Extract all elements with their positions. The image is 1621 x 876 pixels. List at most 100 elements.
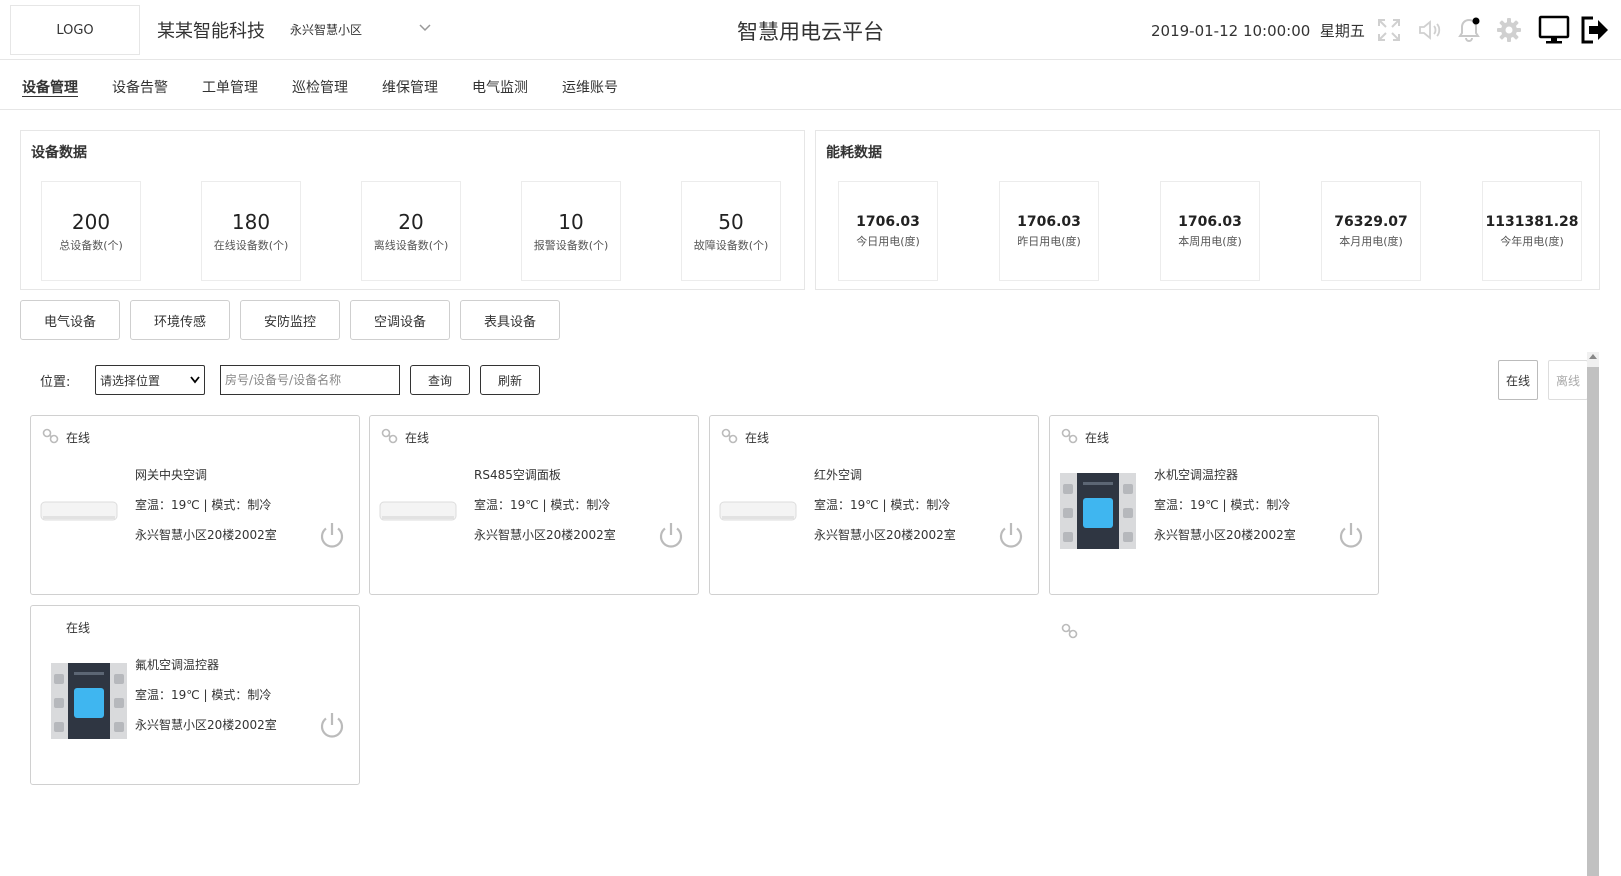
category-environment-button[interactable]: 环境传感 — [130, 300, 230, 340]
panel-title: 能耗数据 — [826, 145, 882, 161]
card-device-meta: 室温：19℃ | 模式：制冷 — [814, 498, 951, 512]
card-status: 在线 — [66, 431, 91, 445]
device-card[interactable]: 在线 红外空调 室温：19℃ | 模式：制冷 永兴智慧小区20楼2002室 — [709, 415, 1039, 595]
nav-item-work-orders[interactable]: 工单管理 — [202, 77, 258, 97]
stat-value: 1706.03 — [856, 213, 920, 230]
stat-year-energy: 1131381.28 今年用电(度) — [1482, 181, 1582, 281]
stat-label: 今日用电(度) — [856, 234, 920, 248]
category-security-button[interactable]: 安防监控 — [240, 300, 340, 340]
gear-icon[interactable] — [1493, 14, 1525, 46]
card-device-meta: 室温：19℃ | 模式：制冷 — [1154, 498, 1291, 512]
ac-unit-image — [718, 471, 798, 551]
power-icon[interactable] — [656, 520, 686, 550]
stat-week-energy: 1706.03 本周用电(度) — [1160, 181, 1260, 281]
stat-value: 180 — [231, 209, 271, 234]
main-nav: 设备管理 设备告警 工单管理 巡检管理 维保管理 电气监测 运维账号 — [0, 60, 1621, 110]
card-device-location: 永兴智慧小区20楼2002室 — [474, 528, 616, 542]
category-meter-button[interactable]: 表具设备 — [460, 300, 560, 340]
stat-online-devices: 180 在线设备数(个) — [201, 181, 301, 281]
stat-label: 故障设备数(个) — [693, 238, 769, 252]
company-name: 某某智能科技 — [157, 21, 265, 42]
weekday-text: 星期五 — [1319, 22, 1365, 40]
scroll-up-icon[interactable] — [1589, 354, 1597, 359]
nav-item-electrical-monitoring[interactable]: 电气监测 — [472, 77, 528, 97]
link-icon — [381, 428, 398, 444]
card-device-location: 永兴智慧小区20楼2002室 — [135, 718, 277, 732]
card-status: 在线 — [1085, 431, 1110, 445]
nav-item-inspection[interactable]: 巡检管理 — [292, 77, 348, 97]
scrollbar-thumb[interactable] — [1587, 367, 1599, 876]
monitor-icon[interactable] — [1538, 14, 1570, 46]
card-device-name: 红外空调 — [814, 468, 863, 482]
card-status: 在线 — [745, 431, 770, 445]
top-bar: LOGO 某某智能科技 永兴智慧小区 智慧用电云平台 2019-01-12 10… — [0, 0, 1621, 60]
stat-alarm-devices: 10 报警设备数(个) — [521, 181, 621, 281]
ac-unit-image — [378, 471, 458, 551]
search-input[interactable] — [220, 365, 400, 395]
device-card[interactable]: 在线 网关中央空调 室温：19℃ | 模式：制冷 永兴智慧小区20楼2002室 — [30, 415, 360, 595]
stat-offline-devices: 20 离线设备数(个) — [361, 181, 461, 281]
power-icon[interactable] — [317, 710, 347, 740]
location-select[interactable]: 请选择位置 — [95, 365, 205, 395]
stat-value: 200 — [71, 209, 111, 234]
power-icon[interactable] — [317, 520, 347, 550]
card-device-name: 氟机空调温控器 — [135, 658, 220, 672]
card-device-location: 永兴智慧小区20楼2002室 — [814, 528, 956, 542]
card-device-location: 永兴智慧小区20楼2002室 — [1154, 528, 1296, 542]
stat-label: 在线设备数(个) — [213, 238, 289, 252]
stat-label: 本周用电(度) — [1178, 234, 1242, 248]
stat-value: 1706.03 — [1178, 213, 1242, 230]
device-card[interactable]: 在线 水机空调温控器 室温：19℃ | 模式：制冷 永兴智慧小区20楼2002室 — [1049, 415, 1379, 595]
tab-offline[interactable]: 离线 — [1548, 360, 1588, 400]
stat-value: 10 — [558, 209, 584, 234]
nav-item-device-alarms[interactable]: 设备告警 — [112, 77, 168, 97]
category-aircon-button[interactable]: 空调设备 — [350, 300, 450, 340]
stat-month-energy: 76329.07 本月用电(度) — [1321, 181, 1421, 281]
energy-data-panel: 能耗数据 1706.03 今日用电(度) 1706.03 昨日用电(度) 170… — [815, 130, 1600, 290]
nav-item-device-management[interactable]: 设备管理 — [22, 77, 78, 97]
thermostat-image — [1058, 471, 1138, 551]
chevron-down-icon — [190, 376, 200, 384]
fullscreen-icon[interactable] — [1373, 14, 1405, 46]
stat-value: 20 — [398, 209, 424, 234]
device-data-panel: 设备数据 200 总设备数(个) 180 在线设备数(个) 20 离线设备数(个… — [20, 130, 805, 290]
stat-label: 离线设备数(个) — [373, 238, 449, 252]
card-status: 在线 — [405, 431, 430, 445]
logout-icon[interactable] — [1579, 14, 1611, 46]
power-icon[interactable] — [996, 520, 1026, 550]
link-icon — [42, 428, 59, 444]
stat-label: 今年用电(度) — [1500, 234, 1564, 248]
volume-icon[interactable] — [1413, 14, 1445, 46]
bell-icon[interactable] — [1453, 14, 1485, 46]
stat-yesterday-energy: 1706.03 昨日用电(度) — [999, 181, 1099, 281]
category-electrical-button[interactable]: 电气设备 — [20, 300, 120, 340]
stat-value: 1706.03 — [1017, 213, 1081, 230]
card-device-name: 网关中央空调 — [135, 468, 208, 482]
device-card[interactable]: 在线 氟机空调温控器 室温：19℃ | 模式：制冷 永兴智慧小区20楼2002室 — [30, 605, 360, 785]
location-select-value: 请选择位置 — [100, 373, 161, 388]
power-icon[interactable] — [1336, 520, 1366, 550]
chevron-down-icon[interactable] — [415, 18, 435, 38]
community-selector[interactable]: 永兴智慧小区 — [290, 21, 362, 38]
card-device-meta: 室温：19℃ | 模式：制冷 — [474, 498, 611, 512]
link-icon — [1061, 428, 1078, 444]
card-device-name: 水机空调温控器 — [1154, 468, 1239, 482]
tab-online[interactable]: 在线 — [1498, 360, 1538, 400]
nav-item-maintenance[interactable]: 维保管理 — [382, 77, 438, 97]
card-device-meta: 室温：19℃ | 模式：制冷 — [135, 688, 272, 702]
card-device-meta: 室温：19℃ | 模式：制冷 — [135, 498, 272, 512]
stat-today-energy: 1706.03 今日用电(度) — [838, 181, 938, 281]
location-label: 位置: — [40, 375, 71, 390]
stat-total-devices: 200 总设备数(个) — [41, 181, 141, 281]
stat-value: 50 — [718, 209, 744, 234]
nav-item-ops-accounts[interactable]: 运维账号 — [562, 77, 618, 97]
thermostat-image — [49, 661, 129, 741]
query-button[interactable]: 查询 — [410, 365, 470, 395]
stat-value: 76329.07 — [1334, 213, 1408, 230]
card-device-name: RS485空调面板 — [474, 468, 561, 482]
device-card[interactable]: 在线 RS485空调面板 室温：19℃ | 模式：制冷 永兴智慧小区20楼200… — [369, 415, 699, 595]
panel-title: 设备数据 — [31, 145, 87, 161]
stat-label: 总设备数(个) — [59, 238, 123, 252]
refresh-button[interactable]: 刷新 — [480, 365, 540, 395]
ac-unit-image — [39, 471, 119, 551]
